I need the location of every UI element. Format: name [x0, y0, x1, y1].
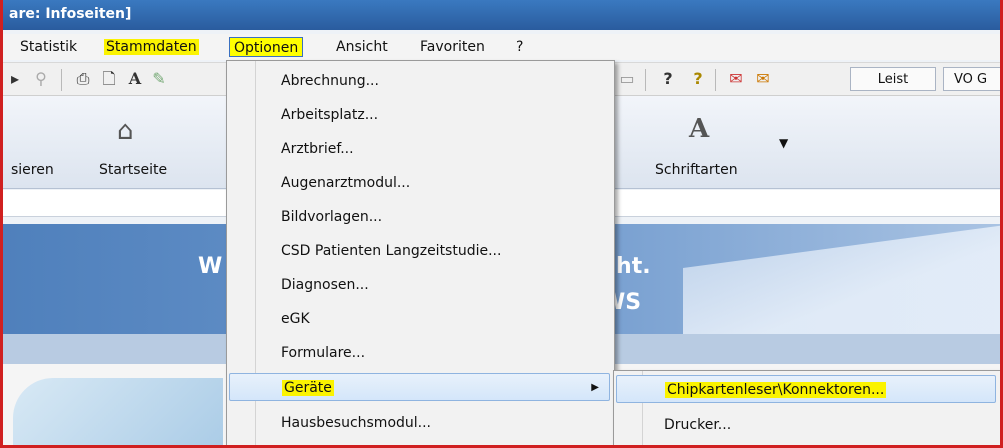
menu-item-augenarztmodul[interactable]: Augenarztmodul...	[229, 169, 610, 197]
banner-swoosh	[683, 224, 1000, 334]
edit-icon[interactable]: ✎	[149, 69, 169, 89]
context-help-icon[interactable]: ?	[688, 69, 708, 89]
menu-item-label: CSD Patienten Langzeitstudie...	[281, 243, 502, 259]
fonts-icon[interactable]: A	[689, 114, 709, 144]
menu-item-bildvorlagen[interactable]: Bildvorlagen...	[229, 203, 610, 231]
banner-text-left: W	[198, 254, 223, 279]
menu-item-label: Arztbrief...	[281, 141, 354, 157]
toolbar-separator	[645, 69, 646, 91]
application-window: are: Infoseiten] Statistik Stammdaten Op…	[0, 0, 1003, 448]
help-icon[interactable]: ?	[658, 69, 678, 89]
menu-item-egk[interactable]: eGK	[229, 305, 610, 333]
ribbon-item-partial[interactable]: sieren	[11, 162, 54, 178]
menu-item-label: Abrechnung...	[281, 73, 379, 89]
menu-item-hausbesuchsmodul[interactable]: Hausbesuchsmodul...	[229, 409, 610, 437]
vo-button[interactable]: VO G	[943, 67, 1000, 91]
menu-item-label: Diagnosen...	[281, 277, 369, 293]
menu-favoriten[interactable]: Favoriten	[417, 37, 488, 57]
menu-ansicht[interactable]: Ansicht	[333, 37, 391, 57]
window-title: are: Infoseiten]	[9, 6, 132, 22]
menu-item-label: Arbeitsplatz...	[281, 107, 379, 123]
menu-item-label: Drucker...	[664, 417, 732, 433]
home-icon[interactable]: ⌂	[117, 116, 134, 146]
mail-icon[interactable]: ✉	[753, 69, 773, 89]
menu-item-abrechnung[interactable]: Abrechnung...	[229, 67, 610, 95]
menu-item-label: Geräte	[282, 374, 334, 402]
arrow-icon[interactable]: ▸	[5, 69, 25, 89]
submenu-item-drucker[interactable]: Drucker...	[616, 411, 996, 439]
menu-item-label: Hausbesuchsmodul...	[281, 415, 432, 431]
menu-item-formulare[interactable]: Formulare...	[229, 339, 610, 367]
font-icon[interactable]: A	[125, 69, 145, 89]
window-icon[interactable]: ▭	[617, 69, 637, 89]
print-preview-icon[interactable]: 🗋	[99, 69, 119, 89]
menu-statistik[interactable]: Statistik	[17, 37, 80, 57]
menu-item-label: Formulare...	[281, 345, 366, 361]
menu-item-arztbrief[interactable]: Arztbrief...	[229, 135, 610, 163]
toolbar-separator	[715, 69, 716, 91]
print-icon[interactable]: ⎙	[73, 69, 93, 89]
submenu-item-chipkartenleser-label: Chipkartenleser\Konnektoren...	[665, 382, 887, 398]
decorative-image	[13, 378, 223, 445]
geraete-submenu: Chipkartenleser\Konnektoren... Drucker..…	[613, 370, 1000, 445]
menu-item-geraete-label: Geräte	[282, 380, 334, 396]
menu-item-label: eGK	[281, 311, 310, 327]
menu-bar: Statistik Stammdaten Optionen Ansicht Fa…	[3, 34, 1000, 60]
optionen-menu: Abrechnung... Arbeitsplatz... Arztbrief.…	[226, 60, 615, 445]
ribbon-startseite[interactable]: Startseite	[99, 162, 167, 178]
menu-optionen[interactable]: Optionen	[229, 37, 304, 57]
chevron-down-icon[interactable]: ▼	[779, 136, 788, 150]
submenu-item-chipkartenleser[interactable]: Chipkartenleser\Konnektoren...	[616, 375, 996, 403]
menu-item-geraete[interactable]: Geräte ▶	[229, 373, 610, 401]
menu-stammdaten[interactable]: Stammdaten	[101, 37, 202, 57]
menu-stammdaten-label: Stammdaten	[104, 39, 199, 55]
ribbon-schriftarten[interactable]: Schriftarten	[655, 162, 738, 178]
menu-item-label: Chipkartenleser\Konnektoren...	[665, 376, 887, 404]
menu-item-label: Bildvorlagen...	[281, 209, 383, 225]
menu-item-diagnosen[interactable]: Diagnosen...	[229, 271, 610, 299]
submenu-arrow-icon: ▶	[591, 382, 599, 393]
menu-item-label: Augenarztmodul...	[281, 175, 411, 191]
mail-read-icon[interactable]: ✉	[726, 69, 746, 89]
title-bar: are: Infoseiten]	[3, 0, 1000, 30]
toolbar-separator	[61, 69, 62, 91]
leist-button[interactable]: Leist	[850, 67, 936, 91]
binoculars-icon[interactable]: ⚲	[31, 69, 51, 89]
menu-item-arbeitsplatz[interactable]: Arbeitsplatz...	[229, 101, 610, 129]
menu-item-csd-patienten[interactable]: CSD Patienten Langzeitstudie...	[229, 237, 610, 265]
menu-help[interactable]: ?	[513, 37, 526, 57]
